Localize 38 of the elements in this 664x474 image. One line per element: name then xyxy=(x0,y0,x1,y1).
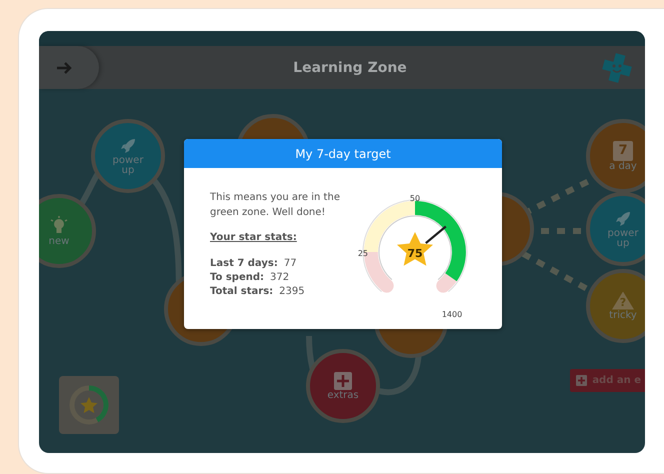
map-node[interactable]: 7 a day xyxy=(586,119,645,193)
node-label: tricky xyxy=(609,310,637,320)
arrow-icon xyxy=(56,60,72,74)
plus-icon xyxy=(334,372,352,390)
node-label: power up xyxy=(608,228,638,248)
back-button[interactable] xyxy=(39,46,99,89)
stat-label: To spend: xyxy=(210,271,264,285)
warning-icon: ? xyxy=(612,292,634,310)
calendar-icon: 7 xyxy=(613,140,633,160)
gauge-icon xyxy=(67,383,111,427)
stat-value: 372 xyxy=(270,271,290,285)
dialog-title: My 7-day target xyxy=(184,139,502,168)
scale-label: 25 xyxy=(358,249,368,258)
plus-icon xyxy=(576,375,588,386)
node-label: extras xyxy=(327,390,359,400)
map-node[interactable]: power up xyxy=(91,119,165,193)
rocket-icon xyxy=(119,136,137,154)
scale-label: 50 xyxy=(410,194,420,203)
stat-label: Total stars: xyxy=(210,285,274,299)
stats-heading: Your star stats: xyxy=(210,232,298,243)
stat-value: 77 xyxy=(284,257,297,271)
gauge-thumbnail-button[interactable] xyxy=(59,376,119,434)
node-label: a day xyxy=(609,162,637,172)
map-node[interactable]: ? tricky xyxy=(586,269,645,343)
gauge-reading: 75 xyxy=(407,247,423,260)
map-node[interactable]: new xyxy=(39,194,96,268)
page-title: Learning Zone xyxy=(293,60,407,76)
node-label: power up xyxy=(112,156,144,176)
node-label: new xyxy=(48,236,70,246)
puzzle-character-icon[interactable] xyxy=(600,52,633,84)
map-node[interactable]: power up xyxy=(586,192,645,266)
map-node[interactable]: extras xyxy=(306,349,380,423)
stat-label: Last 7 days: xyxy=(210,257,278,271)
stat-value: 2395 xyxy=(279,285,305,299)
scale-label: 1400 xyxy=(442,310,462,319)
light-bulb-icon xyxy=(50,216,68,236)
rocket-icon xyxy=(614,210,632,228)
message-text: This means you are in the green zone. Well done! xyxy=(210,191,340,220)
